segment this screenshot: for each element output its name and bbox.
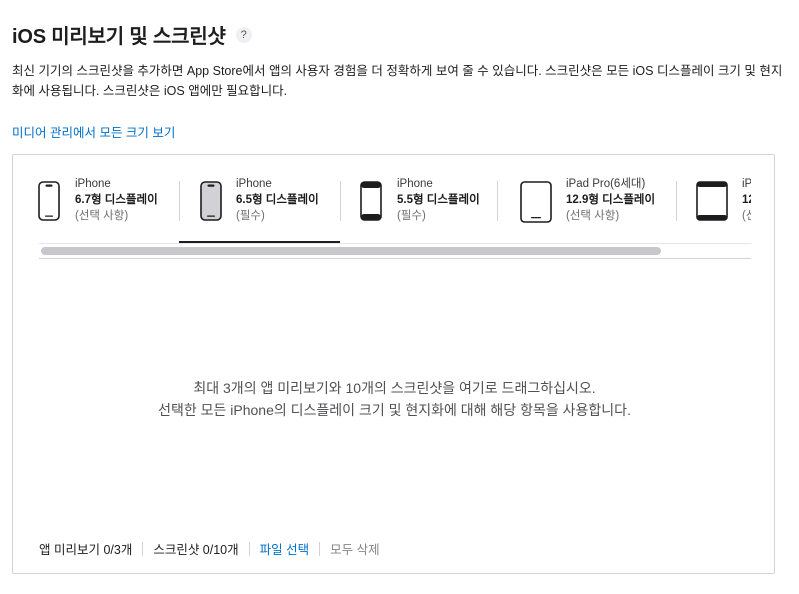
tab-line1: iPhone <box>397 178 433 190</box>
tab-line2: 6.5형 디스플레이 <box>236 194 319 206</box>
scrollbar-thumb[interactable] <box>41 247 661 255</box>
description: 최신 기기의 스크린샷을 추가하면 App Store에서 앱의 사용자 경험을… <box>12 64 783 98</box>
iphone-notch-icon <box>38 181 60 221</box>
media-management-link[interactable]: 미디어 관리에서 모든 크기 보기 <box>12 122 175 141</box>
title-row: iOS 미리보기 및 스크린샷 ? <box>12 20 252 49</box>
tab-ipad-clipped[interactable]: iPa 12. (선 <box>676 175 751 243</box>
ipad-classic-icon <box>696 181 728 221</box>
footer-divider <box>142 541 144 556</box>
tab-iphone-5-5[interactable]: iPhone 5.5형 디스플레이 (필수) <box>340 175 497 243</box>
choose-file-button[interactable]: 파일 선택 <box>260 539 309 558</box>
tab-line3: (필수) <box>397 210 426 222</box>
tab-line3: (선택 사항) <box>566 210 620 222</box>
tab-line2: 5.5형 디스플레이 <box>397 194 480 206</box>
iphone-classic-icon <box>360 181 382 221</box>
tabs-divider <box>39 243 751 244</box>
tab-line3: (필수) <box>236 210 265 222</box>
screenshot-panel: iPhone 6.7형 디스플레이 (선택 사항) iPhone 6.5형 디스… <box>12 154 775 574</box>
tab-line1: iPa <box>742 178 751 190</box>
tab-ipad-pro-6[interactable]: iPad Pro(6세대) 12.9형 디스플레이 (선택 사항) <box>497 175 676 243</box>
screenshot-count: 스크린샷 0/10개 <box>153 543 239 557</box>
tab-line2: 6.7형 디스플레이 <box>75 194 158 206</box>
tab-line2: 12.9형 디스플레이 <box>566 194 656 206</box>
page: iOS 미리보기 및 스크린샷 ? 최신 기기의 스크린샷을 추가하면 App … <box>0 0 799 594</box>
tab-iphone-6-7[interactable]: iPhone 6.7형 디스플레이 (선택 사항) <box>13 175 179 243</box>
dropzone-line2: 선택한 모든 iPhone의 디스플레이 크기 및 현지화에 대해 해당 항목을… <box>158 402 631 418</box>
device-tabs: iPhone 6.7형 디스플레이 (선택 사항) iPhone 6.5형 디스… <box>13 155 751 243</box>
tab-line3: (선택 사항) <box>75 210 129 222</box>
dropzone[interactable]: 최대 3개의 앱 미리보기와 10개의 스크린샷을 여기로 드래그하십시오. 선… <box>13 377 774 421</box>
tab-line3: (선 <box>742 210 751 222</box>
tab-line1: iPhone <box>236 178 272 190</box>
tab-iphone-6-5[interactable]: iPhone 6.5형 디스플레이 (필수) <box>179 175 340 243</box>
tab-line1: iPad Pro(6세대) <box>566 178 646 190</box>
ipad-icon <box>520 181 552 223</box>
page-title: iOS 미리보기 및 스크린샷 <box>12 26 226 48</box>
dropzone-line1: 최대 3개의 앱 미리보기와 10개의 스크린샷을 여기로 드래그하십시오. <box>193 380 596 396</box>
footer-divider <box>248 541 250 556</box>
footer: 앱 미리보기 0/3개 스크린샷 0/10개 파일 선택 모두 삭제 <box>39 539 380 558</box>
iphone-notch-icon <box>200 181 222 221</box>
footer-divider <box>319 541 321 556</box>
preview-count: 앱 미리보기 0/3개 <box>39 543 133 557</box>
tab-line1: iPhone <box>75 178 111 190</box>
question-mark-icon[interactable]: ? <box>235 26 252 43</box>
tabs-scrollbar[interactable] <box>39 245 751 259</box>
tab-line2: 12. <box>742 194 751 206</box>
delete-all-button[interactable]: 모두 삭제 <box>330 539 379 558</box>
